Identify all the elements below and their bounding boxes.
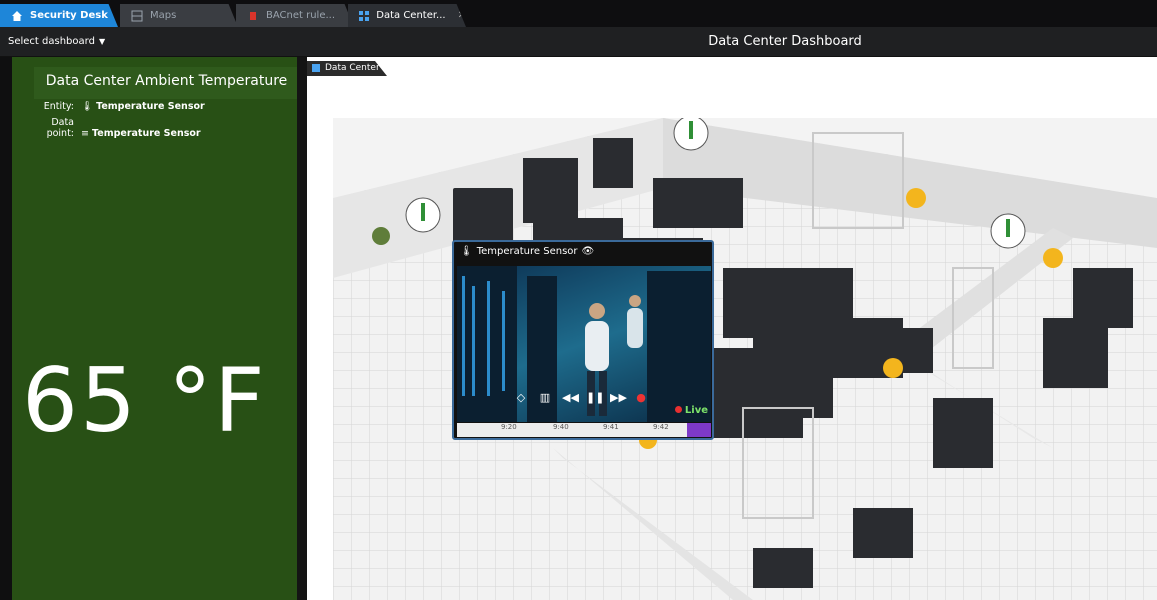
record-icon[interactable]: ● (634, 392, 648, 404)
live-dot-icon (674, 406, 682, 413)
timeline-cursor[interactable] (687, 423, 711, 437)
timeline-tick: 9:40 (553, 423, 569, 431)
panel-divider (297, 57, 307, 600)
map-icon (130, 9, 144, 23)
tab-label: Maps (150, 10, 177, 21)
home-icon (10, 9, 24, 23)
datapoint-label: Data point: (46, 117, 74, 139)
select-dashboard-label: Select dashboard (8, 36, 95, 47)
tab-security-desk[interactable]: Security Desk (0, 4, 118, 27)
dashboard-title: Data Center Dashboard (708, 34, 862, 49)
left-strip (0, 57, 12, 600)
temperature-widget: Data Center Ambient Temperature Entity: … (12, 57, 299, 600)
tab-label: Security Desk (30, 10, 108, 21)
map-tab[interactable]: Data Center (307, 61, 387, 76)
dashboard-header: Select dashboard ▼ Data Center Dashboard (0, 27, 1157, 57)
caret-down-icon: ▼ (98, 37, 106, 46)
live-label: Live (684, 405, 708, 416)
tab-bacnet-rules[interactable]: BACnet rule... (236, 4, 354, 27)
entity-label: Entity: (43, 101, 74, 112)
close-icon[interactable]: ✕ (458, 10, 466, 21)
map-tab-label: Data Center (325, 63, 380, 73)
camera-popup[interactable]: 🌡 Temperature Sensor 👁 ◇ ▥ ◀◀ ❚❚ ▶▶ ● Li… (452, 240, 714, 440)
playback-timeline[interactable]: 9:20 9:40 9:41 9:42 (457, 423, 711, 437)
entity-value[interactable]: Temperature Sensor (96, 101, 205, 112)
temperature-reading: 65 °F (22, 349, 267, 452)
widget-title: Data Center Ambient Temperature (34, 67, 299, 99)
tab-data-center[interactable]: Data Center... ✕ (348, 4, 466, 27)
eye-icon[interactable]: ◇ (514, 392, 528, 404)
timeline-tick: 9:41 (603, 423, 619, 431)
list-icon: ≡ (81, 128, 89, 139)
rewind-icon[interactable]: ◀◀ (562, 392, 579, 404)
timeline-tick: 9:42 (653, 423, 669, 431)
dashboard-icon (358, 9, 370, 23)
playback-controls: ◇ ▥ ◀◀ ❚❚ ▶▶ ● (514, 392, 648, 404)
tab-label: Data Center... (376, 10, 446, 21)
pause-icon[interactable]: ❚❚ (586, 392, 604, 404)
thermometer-icon: 🌡 (81, 101, 94, 112)
app: Security Desk Maps BACnet rule... Data C… (0, 0, 1157, 600)
tab-maps[interactable]: Maps (120, 4, 238, 27)
rule-icon (246, 9, 260, 23)
live-indicator: Live (674, 405, 708, 416)
tab-label: BACnet rule... (266, 10, 336, 21)
camera-title-row: 🌡 Temperature Sensor 👁 (460, 246, 594, 257)
datapoint-row: Data point: ≡ Temperature Sensor (22, 117, 292, 139)
entity-row: Entity: 🌡 Temperature Sensor (22, 101, 292, 112)
tab-bar: Security Desk Maps BACnet rule... Data C… (0, 0, 1157, 27)
split-icon[interactable]: ▥ (538, 392, 552, 404)
camera-title: Temperature Sensor (476, 246, 578, 257)
eye-icon[interactable]: 👁 (582, 246, 595, 257)
datapoint-value[interactable]: Temperature Sensor (92, 128, 201, 139)
fast-forward-icon[interactable]: ▶▶ (610, 392, 627, 404)
timeline-tick: 9:20 (501, 423, 517, 431)
select-dashboard-button[interactable]: Select dashboard ▼ (8, 36, 105, 47)
thermometer-icon: 🌡 (460, 246, 473, 257)
